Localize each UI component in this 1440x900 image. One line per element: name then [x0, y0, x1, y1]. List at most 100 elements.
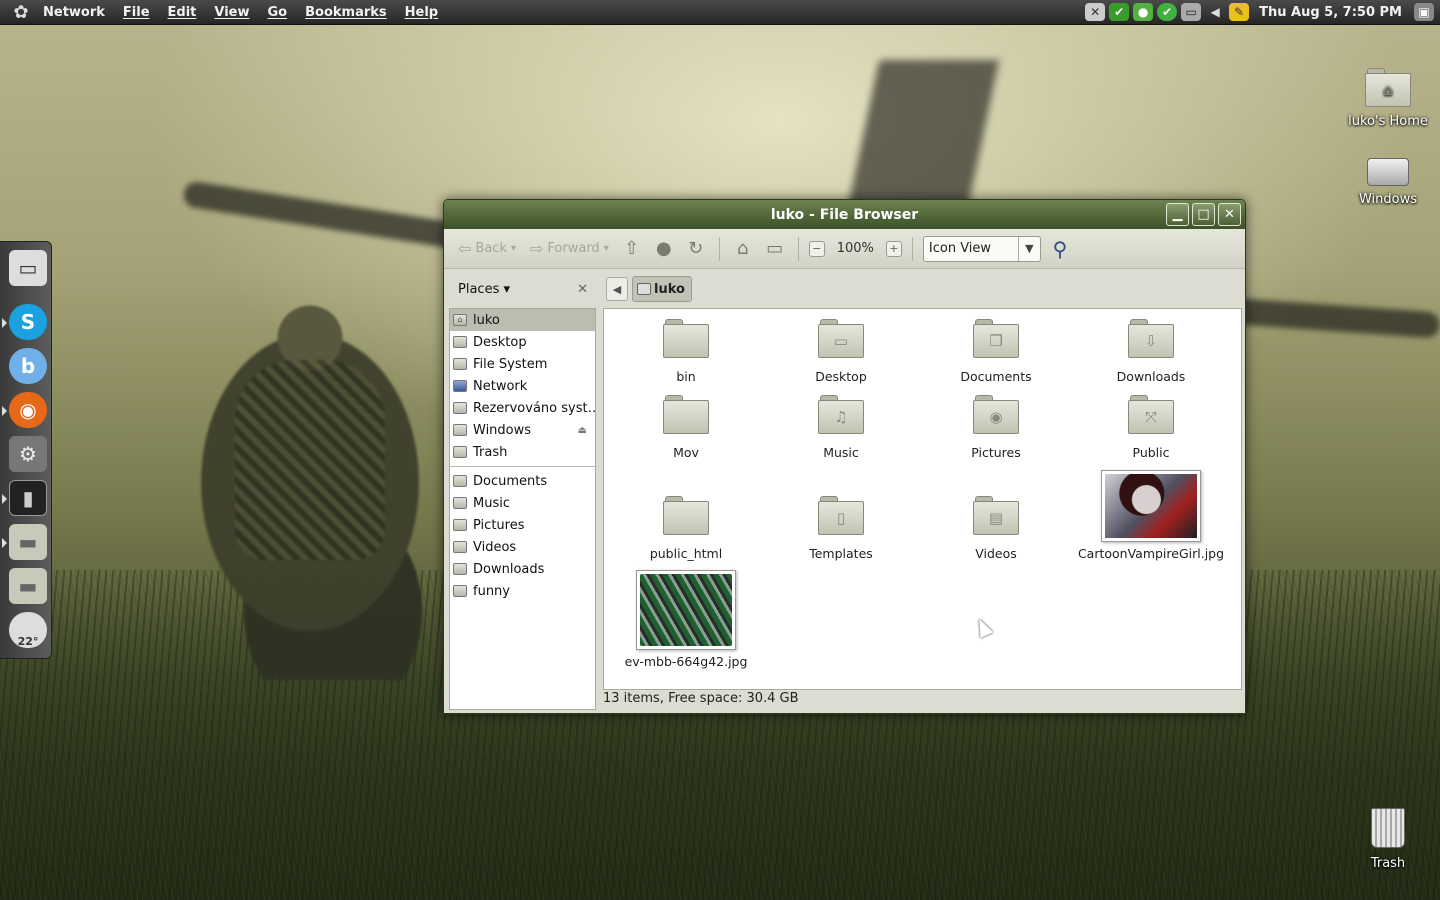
- folder-icon: [453, 563, 467, 575]
- desktop-home[interactable]: ⌂ luko's Home: [1343, 68, 1433, 129]
- menu-network[interactable]: Network: [34, 5, 114, 20]
- network-x-icon[interactable]: ✕: [1085, 3, 1106, 21]
- desktop-folder-icon: ▭: [818, 319, 864, 359]
- forward-button[interactable]: ⇨ Forward ▾: [526, 239, 613, 258]
- shield-check-icon[interactable]: ✔: [1157, 3, 1178, 21]
- desktop-trash[interactable]: Trash: [1343, 808, 1433, 871]
- path-scroll-left-button[interactable]: ◀: [606, 277, 628, 301]
- firefox-icon[interactable]: ◉: [9, 392, 47, 428]
- bookmark-documents[interactable]: Documents: [450, 470, 595, 492]
- forward-history-dropdown[interactable]: ▾: [604, 243, 609, 254]
- toolbar-separator: [797, 236, 799, 261]
- folder-icon[interactable]: ▬: [9, 524, 47, 560]
- file-item[interactable]: ⇩ Downloads: [1081, 319, 1221, 384]
- chevron-down-icon[interactable]: ▼: [1017, 236, 1040, 261]
- stop-icon[interactable]: ●: [651, 236, 677, 262]
- distro-logo-icon[interactable]: ✿: [8, 0, 34, 24]
- minimize-button[interactable]: ▁: [1166, 203, 1189, 226]
- zoom-level[interactable]: 100%: [831, 241, 880, 256]
- zoom-out-icon[interactable]: −: [808, 240, 825, 257]
- place-desktop[interactable]: Desktop: [450, 331, 595, 353]
- zoom-in-icon[interactable]: +: [885, 240, 902, 257]
- places-dropdown[interactable]: Places ▾: [458, 282, 510, 297]
- window-title: luko - File Browser: [770, 206, 919, 223]
- top-panel: ✿ Network File Edit View Go Bookmarks He…: [0, 0, 1440, 25]
- forward-label: Forward: [547, 241, 600, 256]
- file-item[interactable]: public_html: [616, 496, 756, 561]
- file-item[interactable]: ▯ Templates: [771, 496, 911, 561]
- notes-icon[interactable]: ✎: [1229, 3, 1250, 21]
- file-item[interactable]: CartoonVampireGirl.jpg: [1076, 470, 1226, 561]
- up-icon[interactable]: ⇧: [619, 236, 645, 262]
- file-item[interactable]: ◉ Pictures: [926, 395, 1066, 460]
- folder-icon[interactable]: ▬: [9, 568, 47, 604]
- bookmark-pictures[interactable]: Pictures: [450, 514, 595, 536]
- close-sidebar-icon[interactable]: ✕: [577, 282, 588, 297]
- weather-icon[interactable]: 22°: [9, 612, 47, 648]
- apps-icon[interactable]: ⚙: [9, 436, 47, 472]
- desktop-windows-drive[interactable]: Windows: [1343, 158, 1433, 207]
- file-item[interactable]: ❐ Documents: [926, 319, 1066, 384]
- user-icon[interactable]: ▣: [1414, 3, 1434, 21]
- home-icon[interactable]: ⌂: [730, 236, 756, 262]
- home-folder-icon: ⌂: [453, 314, 467, 326]
- weather-temp: 22°: [17, 635, 39, 648]
- menu-edit[interactable]: Edit: [159, 5, 206, 20]
- maximize-button[interactable]: □: [1192, 203, 1215, 226]
- menu-view[interactable]: View: [205, 5, 258, 20]
- volume-icon[interactable]: ◀: [1205, 3, 1225, 21]
- running-indicator: [2, 406, 7, 416]
- trash-icon: [453, 446, 467, 458]
- view-mode-select[interactable]: Icon View ▼: [922, 235, 1041, 262]
- place-network[interactable]: Network: [450, 375, 595, 397]
- menu-help[interactable]: Help: [396, 5, 447, 20]
- eject-icon[interactable]: ⏏: [578, 425, 587, 436]
- b-app-icon[interactable]: b: [9, 348, 47, 384]
- place-file-system[interactable]: File System: [450, 353, 595, 375]
- menu-go[interactable]: Go: [259, 5, 297, 20]
- file-item[interactable]: ♫ Music: [771, 395, 911, 460]
- file-item[interactable]: ev-mbb-664g42.jpg: [616, 570, 756, 669]
- music-folder-icon: ♫: [818, 395, 864, 435]
- place-luko[interactable]: ⌂ luko: [450, 309, 595, 331]
- file-item[interactable]: Mov: [616, 395, 756, 460]
- file-item[interactable]: ▤ Videos: [926, 496, 1066, 561]
- file-name: Mov: [673, 445, 699, 460]
- file-item[interactable]: ▭ Desktop: [771, 319, 911, 384]
- home-folder-icon: ⌂: [1365, 68, 1411, 108]
- reload-icon[interactable]: ↻: [683, 236, 709, 262]
- folder-icon: [453, 541, 467, 553]
- file-item[interactable]: ⤧ Public: [1081, 395, 1221, 460]
- display-icon[interactable]: ▭: [1181, 3, 1202, 21]
- bookmark-funny[interactable]: funny: [450, 580, 595, 602]
- side-dock: ▭ S b ◉ ⚙ ▮ ▬ ▬ 22°: [0, 241, 52, 659]
- place-trash[interactable]: Trash: [450, 441, 595, 463]
- back-button[interactable]: ⇦ Back ▾: [454, 239, 520, 258]
- back-history-dropdown[interactable]: ▾: [511, 243, 516, 254]
- view-mode-value: Icon View: [928, 241, 992, 256]
- bookmark-music[interactable]: Music: [450, 492, 595, 514]
- folder-icon: [663, 395, 709, 435]
- window-titlebar[interactable]: luko - File Browser ▁ □ ✕: [444, 200, 1245, 229]
- terminal-icon[interactable]: ▮: [9, 480, 47, 516]
- skype-icon[interactable]: S: [9, 304, 47, 340]
- toolbar: ⇦ Back ▾ ⇨ Forward ▾ ⇧ ● ↻ ⌂ ▭ − 100% + …: [444, 229, 1245, 269]
- chat-icon[interactable]: ●: [1133, 3, 1154, 21]
- clock[interactable]: Thu Aug 5, 7:50 PM: [1253, 5, 1410, 20]
- menu-bookmarks[interactable]: Bookmarks: [296, 5, 396, 20]
- file-view: bin ▭ Desktop ❐ Documents ⇩ Downloads Mo…: [603, 308, 1242, 690]
- toolbar-separator: [911, 236, 913, 261]
- menu-file[interactable]: File: [114, 5, 159, 20]
- path-button-luko[interactable]: luko: [632, 276, 692, 302]
- place-reserved-system[interactable]: Rezervováno syst…: [450, 397, 595, 419]
- search-icon[interactable]: ⚲: [1047, 236, 1073, 262]
- place-windows[interactable]: Windows ⏏: [450, 419, 595, 441]
- running-indicator: [2, 494, 7, 504]
- desktop-icon[interactable]: ▭: [9, 250, 47, 286]
- bookmark-downloads[interactable]: Downloads: [450, 558, 595, 580]
- check-icon[interactable]: ✔: [1109, 3, 1130, 21]
- bookmark-videos[interactable]: Videos: [450, 536, 595, 558]
- close-button[interactable]: ✕: [1218, 203, 1241, 226]
- file-item[interactable]: bin: [616, 319, 756, 384]
- computer-icon[interactable]: ▭: [762, 236, 788, 262]
